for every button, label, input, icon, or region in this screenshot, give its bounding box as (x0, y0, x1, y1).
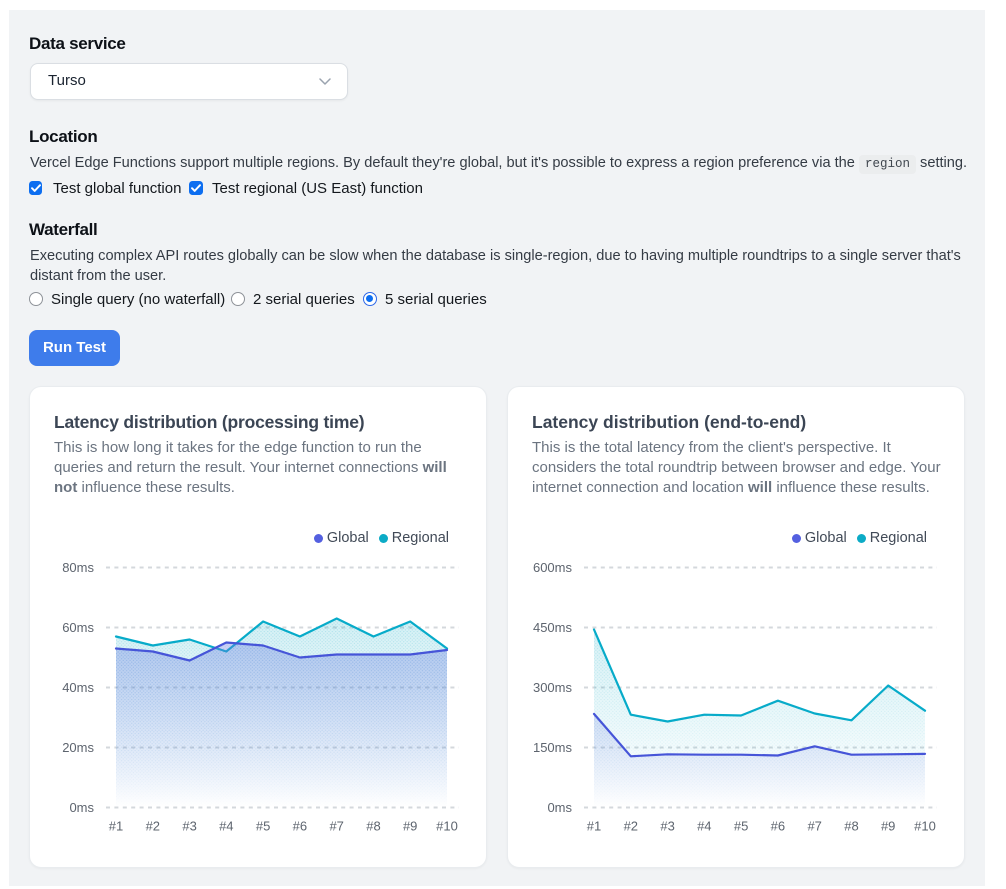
svg-text:450ms: 450ms (533, 620, 573, 635)
svg-text:#4: #4 (697, 819, 711, 834)
svg-text:#3: #3 (660, 819, 674, 834)
svg-text:#10: #10 (914, 819, 936, 834)
svg-text:0ms: 0ms (547, 800, 572, 815)
svg-text:150ms: 150ms (533, 740, 573, 755)
svg-text:#9: #9 (881, 819, 895, 834)
svg-text:#8: #8 (844, 819, 858, 834)
svg-text:#6: #6 (771, 819, 785, 834)
svg-text:#2: #2 (624, 819, 638, 834)
svg-text:600ms: 600ms (533, 560, 573, 575)
svg-text:#5: #5 (734, 819, 748, 834)
svg-text:300ms: 300ms (533, 680, 573, 695)
svg-text:#7: #7 (807, 819, 821, 834)
svg-text:#1: #1 (587, 819, 601, 834)
